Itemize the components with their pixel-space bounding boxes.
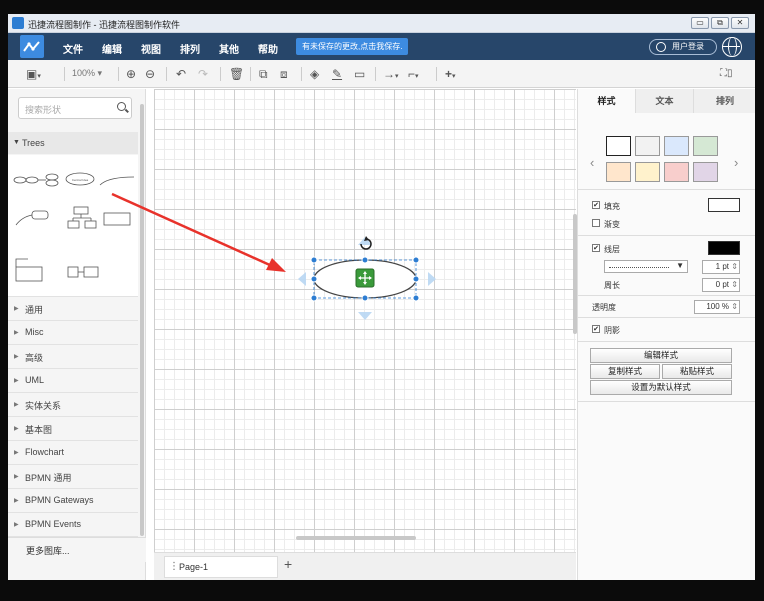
dropdown-arrow-icon: ▼ (676, 261, 684, 270)
panel-divider (578, 235, 755, 236)
style-swatch[interactable] (693, 136, 718, 156)
style-swatch[interactable] (693, 162, 718, 182)
line-color-box[interactable] (708, 241, 740, 255)
format-panel: 样式 文本 排列 ‹ › ✔填充 渐变 ✔线层 ▼ 1 pt 周长 0 pt 透… (577, 89, 755, 580)
perimeter-label: 周长 (604, 281, 620, 290)
line-pattern-select[interactable]: ▼ (604, 260, 688, 273)
panel-divider (578, 189, 755, 190)
line-width-input[interactable]: 1 pt (702, 260, 740, 274)
app-window: 迅捷流程图制作 - 迅捷流程图制作软件 ▭ ⧉ ✕ 文件 编辑 视图 排列 其他… (8, 14, 755, 580)
add-page-icon[interactable]: + (284, 556, 292, 572)
style-swatch[interactable] (606, 136, 631, 156)
panel-divider (578, 317, 755, 318)
page-menu-icon[interactable]: ⋮ (169, 561, 179, 572)
style-swatch[interactable] (664, 162, 689, 182)
style-swatch[interactable] (606, 162, 631, 182)
fill-checkbox[interactable]: ✔ (592, 201, 600, 209)
line-checkbox[interactable]: ✔ (592, 244, 600, 252)
perimeter-input[interactable]: 0 pt (702, 278, 740, 292)
style-swatch[interactable] (635, 136, 660, 156)
fill-color-box[interactable] (708, 198, 740, 212)
format-tabs: 样式 文本 排列 (578, 89, 755, 113)
swatch-next-icon[interactable]: › (734, 155, 738, 170)
paste-style-button[interactable]: 粘贴样式 (662, 364, 732, 379)
opacity-label: 透明度 (592, 303, 616, 312)
opacity-input[interactable]: 100 % (694, 300, 740, 314)
panel-divider (578, 295, 755, 296)
panel-divider (578, 401, 755, 402)
tab-text[interactable]: 文本 (636, 89, 694, 113)
swatch-prev-icon[interactable]: ‹ (590, 155, 594, 170)
screen-frame: 迅捷流程图制作 - 迅捷流程图制作软件 ▭ ⧉ ✕ 文件 编辑 视图 排列 其他… (0, 0, 764, 601)
edit-style-button[interactable]: 编辑样式 (590, 348, 732, 363)
tab-style[interactable]: 样式 (578, 89, 636, 113)
gradient-checkbox[interactable] (592, 219, 600, 227)
set-default-style-button[interactable]: 设置为默认样式 (590, 380, 732, 395)
style-swatch[interactable] (664, 136, 689, 156)
tab-arrange[interactable]: 排列 (694, 89, 755, 113)
copy-style-button[interactable]: 复制样式 (590, 364, 660, 379)
shadow-checkbox[interactable]: ✔ (592, 325, 600, 333)
style-swatch[interactable] (635, 162, 660, 182)
panel-divider (578, 341, 755, 342)
page-tabs-bar: ⋮ Page-1 + (154, 552, 576, 580)
page-tab-1[interactable]: ⋮ Page-1 (164, 556, 278, 578)
dotted-line-preview (609, 267, 669, 268)
